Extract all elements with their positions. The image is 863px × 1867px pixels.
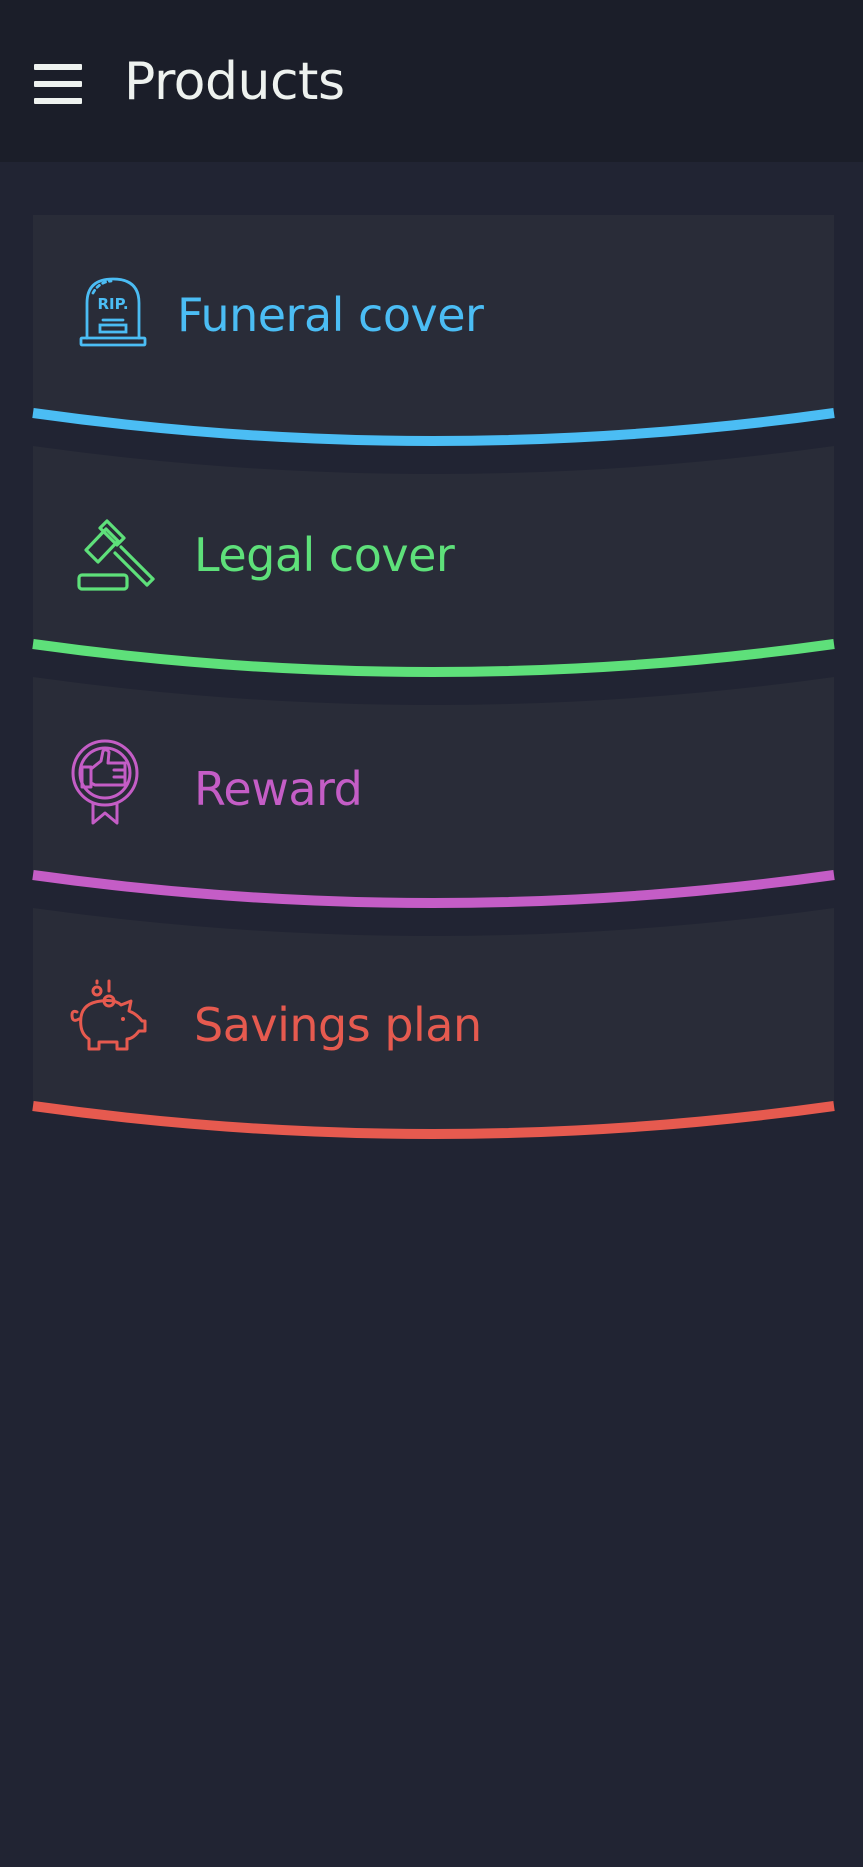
tombstone-text: RIP. bbox=[97, 295, 128, 313]
product-card-savings-plan[interactable]: Savings plan bbox=[32, 908, 835, 1139]
gavel-icon bbox=[77, 519, 155, 591]
product-label: Legal cover bbox=[194, 528, 455, 582]
product-list: RIP. Funeral cover Legal cover Reward Sa… bbox=[0, 0, 863, 1867]
product-card-reward[interactable]: Reward bbox=[32, 677, 835, 908]
product-card-funeral-cover[interactable]: RIP. Funeral cover bbox=[32, 215, 835, 446]
product-label: Reward bbox=[194, 762, 363, 816]
product-label: Funeral cover bbox=[177, 288, 484, 342]
product-label: Savings plan bbox=[194, 998, 482, 1052]
card-background bbox=[32, 677, 835, 908]
tombstone-icon: RIP. bbox=[79, 277, 147, 347]
thumbs-up-medal-icon bbox=[71, 739, 139, 825]
product-card-legal-cover[interactable]: Legal cover bbox=[32, 446, 835, 677]
piggy-bank-icon bbox=[70, 979, 147, 1051]
